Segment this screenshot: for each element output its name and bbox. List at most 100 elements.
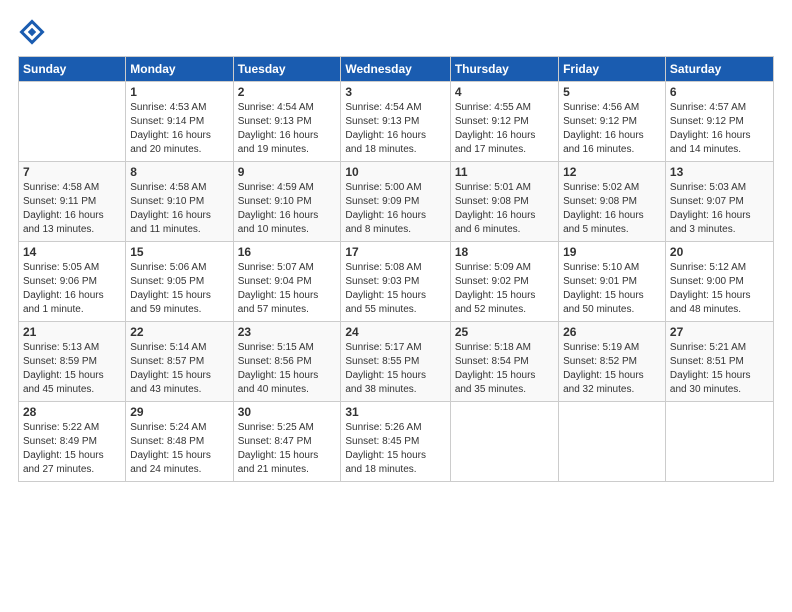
day-info: Sunrise: 5:07 AM Sunset: 9:04 PM Dayligh… <box>238 261 337 317</box>
calendar-cell <box>450 402 558 482</box>
day-number: 15 <box>130 245 228 259</box>
day-info: Sunrise: 5:06 AM Sunset: 9:05 PM Dayligh… <box>130 261 228 317</box>
calendar-cell: 1 Sunrise: 4:53 AM Sunset: 9:14 PM Daylig… <box>126 82 233 162</box>
calendar-cell: 13 Sunrise: 5:03 AM Sunset: 9:07 PM Dayli… <box>665 162 773 242</box>
day-info: Sunrise: 5:24 AM Sunset: 8:48 PM Dayligh… <box>130 421 228 477</box>
calendar-week-row: 7 Sunrise: 4:58 AM Sunset: 9:11 PM Daylig… <box>19 162 774 242</box>
calendar-cell: 19 Sunrise: 5:10 AM Sunset: 9:01 PM Dayli… <box>559 242 666 322</box>
day-number: 14 <box>23 245 121 259</box>
day-number: 23 <box>238 325 337 339</box>
calendar-cell: 31 Sunrise: 5:26 AM Sunset: 8:45 PM Dayli… <box>341 402 450 482</box>
day-number: 22 <box>130 325 228 339</box>
day-info: Sunrise: 4:55 AM Sunset: 9:12 PM Dayligh… <box>455 101 554 157</box>
day-info: Sunrise: 5:09 AM Sunset: 9:02 PM Dayligh… <box>455 261 554 317</box>
calendar-cell: 12 Sunrise: 5:02 AM Sunset: 9:08 PM Dayli… <box>559 162 666 242</box>
day-info: Sunrise: 4:58 AM Sunset: 9:10 PM Dayligh… <box>130 181 228 237</box>
day-info: Sunrise: 5:25 AM Sunset: 8:47 PM Dayligh… <box>238 421 337 477</box>
day-number: 17 <box>345 245 445 259</box>
day-number: 30 <box>238 405 337 419</box>
page-container: SundayMondayTuesdayWednesdayThursdayFrid… <box>0 0 792 492</box>
calendar-cell: 5 Sunrise: 4:56 AM Sunset: 9:12 PM Daylig… <box>559 82 666 162</box>
day-info: Sunrise: 5:02 AM Sunset: 9:08 PM Dayligh… <box>563 181 661 237</box>
day-info: Sunrise: 5:05 AM Sunset: 9:06 PM Dayligh… <box>23 261 121 317</box>
day-number: 16 <box>238 245 337 259</box>
day-info: Sunrise: 4:54 AM Sunset: 9:13 PM Dayligh… <box>238 101 337 157</box>
calendar-cell: 11Sunrise: 5:01 AM Sunset: 9:08 PM Dayli… <box>450 162 558 242</box>
day-info: Sunrise: 5:21 AM Sunset: 8:51 PM Dayligh… <box>670 341 769 397</box>
day-info: Sunrise: 4:58 AM Sunset: 9:11 PM Dayligh… <box>23 181 121 237</box>
header <box>18 18 774 46</box>
day-info: Sunrise: 5:18 AM Sunset: 8:54 PM Dayligh… <box>455 341 554 397</box>
calendar-cell: 18 Sunrise: 5:09 AM Sunset: 9:02 PM Dayli… <box>450 242 558 322</box>
day-info: Sunrise: 5:01 AM Sunset: 9:08 PM Dayligh… <box>455 181 554 237</box>
day-info: Sunrise: 5:22 AM Sunset: 8:49 PM Dayligh… <box>23 421 121 477</box>
day-info: Sunrise: 5:17 AM Sunset: 8:55 PM Dayligh… <box>345 341 445 397</box>
day-number: 27 <box>670 325 769 339</box>
day-info: Sunrise: 5:15 AM Sunset: 8:56 PM Dayligh… <box>238 341 337 397</box>
day-number: 21 <box>23 325 121 339</box>
day-number: 6 <box>670 85 769 99</box>
calendar-cell: 22 Sunrise: 5:14 AM Sunset: 8:57 PM Dayli… <box>126 322 233 402</box>
day-info: Sunrise: 4:56 AM Sunset: 9:12 PM Dayligh… <box>563 101 661 157</box>
day-info: Sunrise: 5:13 AM Sunset: 8:59 PM Dayligh… <box>23 341 121 397</box>
calendar-cell: 14 Sunrise: 5:05 AM Sunset: 9:06 PM Dayli… <box>19 242 126 322</box>
calendar-cell: 3Sunrise: 4:54 AM Sunset: 9:13 PM Daylig… <box>341 82 450 162</box>
day-number: 20 <box>670 245 769 259</box>
calendar-cell: 7 Sunrise: 4:58 AM Sunset: 9:11 PM Daylig… <box>19 162 126 242</box>
calendar-cell <box>19 82 126 162</box>
day-number: 8 <box>130 165 228 179</box>
calendar-cell: 2Sunrise: 4:54 AM Sunset: 9:13 PM Daylig… <box>233 82 341 162</box>
calendar-cell: 25 Sunrise: 5:18 AM Sunset: 8:54 PM Dayli… <box>450 322 558 402</box>
calendar-day-header: Monday <box>126 57 233 82</box>
calendar-cell: 23 Sunrise: 5:15 AM Sunset: 8:56 PM Dayli… <box>233 322 341 402</box>
logo <box>18 18 48 46</box>
day-info: Sunrise: 5:14 AM Sunset: 8:57 PM Dayligh… <box>130 341 228 397</box>
day-number: 31 <box>345 405 445 419</box>
day-number: 19 <box>563 245 661 259</box>
calendar-cell: 8 Sunrise: 4:58 AM Sunset: 9:10 PM Daylig… <box>126 162 233 242</box>
day-info: Sunrise: 4:54 AM Sunset: 9:13 PM Dayligh… <box>345 101 445 157</box>
calendar-cell <box>559 402 666 482</box>
day-number: 7 <box>23 165 121 179</box>
day-info: Sunrise: 5:00 AM Sunset: 9:09 PM Dayligh… <box>345 181 445 237</box>
logo-icon <box>18 18 46 46</box>
calendar-day-header: Sunday <box>19 57 126 82</box>
day-info: Sunrise: 5:12 AM Sunset: 9:00 PM Dayligh… <box>670 261 769 317</box>
calendar-header-row: SundayMondayTuesdayWednesdayThursdayFrid… <box>19 57 774 82</box>
day-number: 1 <box>130 85 228 99</box>
calendar-cell: 6Sunrise: 4:57 AM Sunset: 9:12 PM Daylig… <box>665 82 773 162</box>
day-number: 10 <box>345 165 445 179</box>
day-number: 29 <box>130 405 228 419</box>
day-number: 18 <box>455 245 554 259</box>
day-info: Sunrise: 4:53 AM Sunset: 9:14 PM Dayligh… <box>130 101 228 157</box>
day-number: 4 <box>455 85 554 99</box>
day-number: 9 <box>238 165 337 179</box>
calendar-cell: 30 Sunrise: 5:25 AM Sunset: 8:47 PM Dayli… <box>233 402 341 482</box>
calendar-day-header: Tuesday <box>233 57 341 82</box>
calendar-week-row: 21 Sunrise: 5:13 AM Sunset: 8:59 PM Dayli… <box>19 322 774 402</box>
day-info: Sunrise: 4:59 AM Sunset: 9:10 PM Dayligh… <box>238 181 337 237</box>
calendar-cell: 24Sunrise: 5:17 AM Sunset: 8:55 PM Dayli… <box>341 322 450 402</box>
day-number: 5 <box>563 85 661 99</box>
day-number: 25 <box>455 325 554 339</box>
day-info: Sunrise: 5:03 AM Sunset: 9:07 PM Dayligh… <box>670 181 769 237</box>
calendar-day-header: Friday <box>559 57 666 82</box>
calendar-cell: 28 Sunrise: 5:22 AM Sunset: 8:49 PM Dayli… <box>19 402 126 482</box>
day-number: 28 <box>23 405 121 419</box>
calendar-day-header: Thursday <box>450 57 558 82</box>
calendar-cell: 4 Sunrise: 4:55 AM Sunset: 9:12 PM Daylig… <box>450 82 558 162</box>
calendar-week-row: 28 Sunrise: 5:22 AM Sunset: 8:49 PM Dayli… <box>19 402 774 482</box>
calendar-cell: 20 Sunrise: 5:12 AM Sunset: 9:00 PM Dayli… <box>665 242 773 322</box>
calendar-week-row: 1 Sunrise: 4:53 AM Sunset: 9:14 PM Daylig… <box>19 82 774 162</box>
calendar-cell: 10 Sunrise: 5:00 AM Sunset: 9:09 PM Dayli… <box>341 162 450 242</box>
day-number: 26 <box>563 325 661 339</box>
day-info: Sunrise: 5:10 AM Sunset: 9:01 PM Dayligh… <box>563 261 661 317</box>
day-number: 13 <box>670 165 769 179</box>
calendar-cell <box>665 402 773 482</box>
calendar-cell: 15 Sunrise: 5:06 AM Sunset: 9:05 PM Dayli… <box>126 242 233 322</box>
calendar-cell: 9 Sunrise: 4:59 AM Sunset: 9:10 PM Daylig… <box>233 162 341 242</box>
day-number: 12 <box>563 165 661 179</box>
day-info: Sunrise: 5:26 AM Sunset: 8:45 PM Dayligh… <box>345 421 445 477</box>
calendar-table: SundayMondayTuesdayWednesdayThursdayFrid… <box>18 56 774 482</box>
calendar-cell: 29 Sunrise: 5:24 AM Sunset: 8:48 PM Dayli… <box>126 402 233 482</box>
